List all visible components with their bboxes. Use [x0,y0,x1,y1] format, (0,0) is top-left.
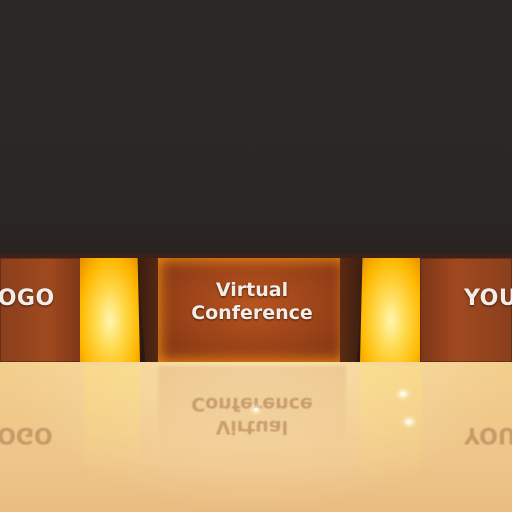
left-logo-panel: LOGO [0,258,82,362]
sparkle-light [400,392,406,396]
right-logo-panel: YOUR [420,258,512,362]
center-reflection-line1: Virtual [215,416,289,438]
left-panel-text: LOGO [0,286,55,311]
sparkle-light [406,420,412,424]
right-light-column [360,258,422,362]
right-panel-text: YOUR [464,286,512,311]
center-title-line1: Virtual [215,279,289,301]
right-glow-reflection [360,366,422,486]
left-glow-reflection [84,366,140,486]
center-title-panel: Virtual Conference [158,258,346,362]
backdrop-screen [0,0,512,258]
left-text-reflection: LOGO [0,422,53,447]
center-title-line2: Conference [191,302,313,324]
right-text-reflection: YOUR [464,422,512,447]
center-text-reflection: Virtual Conference [158,392,346,438]
left-light-column [80,258,140,362]
sparkle-light [254,408,258,411]
center-reflection-line2: Conference [191,393,313,415]
